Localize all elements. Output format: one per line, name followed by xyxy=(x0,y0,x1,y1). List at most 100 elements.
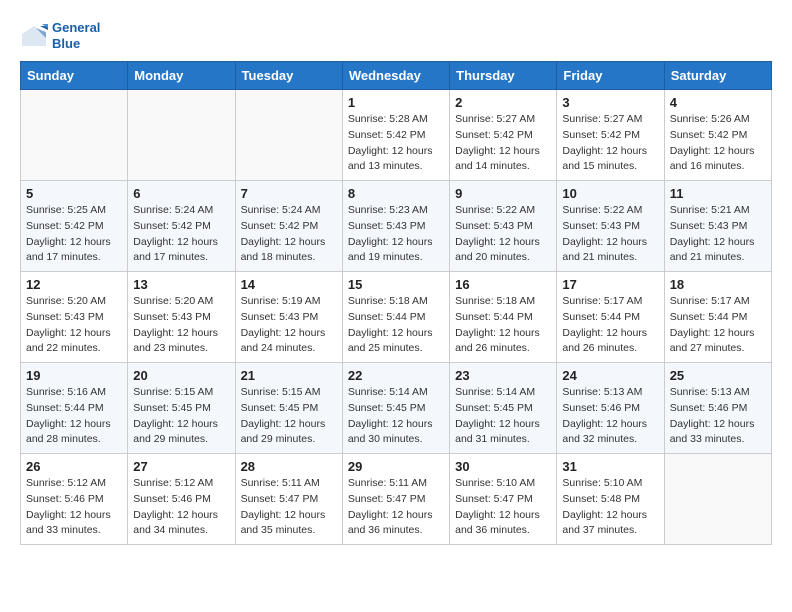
day-number: 20 xyxy=(133,368,229,383)
day-info: Sunrise: 5:28 AMSunset: 5:42 PMDaylight:… xyxy=(348,112,444,175)
day-cell: 28 Sunrise: 5:11 AMSunset: 5:47 PMDayligh… xyxy=(235,454,342,545)
day-number: 28 xyxy=(241,459,337,474)
day-cell: 20 Sunrise: 5:15 AMSunset: 5:45 PMDayligh… xyxy=(128,363,235,454)
day-cell: 11 Sunrise: 5:21 AMSunset: 5:43 PMDayligh… xyxy=(664,181,771,272)
calendar-body: 1 Sunrise: 5:28 AMSunset: 5:42 PMDaylight… xyxy=(21,90,772,545)
day-number: 25 xyxy=(670,368,766,383)
day-info: Sunrise: 5:23 AMSunset: 5:43 PMDaylight:… xyxy=(348,203,444,266)
day-cell: 26Sunrise: 5:12 AMSunset: 5:46 PMDayligh… xyxy=(21,454,128,545)
day-cell xyxy=(128,90,235,181)
day-cell: 10Sunrise: 5:22 AMSunset: 5:43 PMDayligh… xyxy=(557,181,664,272)
day-info: Sunrise: 5:18 AMSunset: 5:44 PMDaylight:… xyxy=(455,294,551,357)
day-number: 17 xyxy=(562,277,658,292)
logo-icon xyxy=(20,24,48,48)
calendar-header: SundayMondayTuesdayWednesdayThursdayFrid… xyxy=(21,62,772,90)
day-number: 26 xyxy=(26,459,122,474)
day-info: Sunrise: 5:13 AMSunset: 5:46 PMDaylight:… xyxy=(562,385,658,448)
day-info: Sunrise: 5:13 AMSunset: 5:46 PMDaylight:… xyxy=(670,385,766,448)
week-row-3: 12 Sunrise: 5:20 AMSunset: 5:43 PMDayligh… xyxy=(21,272,772,363)
day-cell: 5 Sunrise: 5:25 AMSunset: 5:42 PMDaylight… xyxy=(21,181,128,272)
day-cell: 22 Sunrise: 5:14 AMSunset: 5:45 PMDayligh… xyxy=(342,363,449,454)
day-cell: 8 Sunrise: 5:23 AMSunset: 5:43 PMDaylight… xyxy=(342,181,449,272)
day-cell: 6 Sunrise: 5:24 AMSunset: 5:42 PMDaylight… xyxy=(128,181,235,272)
day-info: Sunrise: 5:24 AMSunset: 5:42 PMDaylight:… xyxy=(133,203,229,266)
day-cell: 13 Sunrise: 5:20 AMSunset: 5:43 PMDayligh… xyxy=(128,272,235,363)
day-info: Sunrise: 5:16 AMSunset: 5:44 PMDaylight:… xyxy=(26,385,122,448)
day-number: 22 xyxy=(348,368,444,383)
day-info: Sunrise: 5:17 AMSunset: 5:44 PMDaylight:… xyxy=(670,294,766,357)
day-info: Sunrise: 5:25 AMSunset: 5:42 PMDaylight:… xyxy=(26,203,122,266)
day-cell: 15 Sunrise: 5:18 AMSunset: 5:44 PMDayligh… xyxy=(342,272,449,363)
day-number: 29 xyxy=(348,459,444,474)
day-info: Sunrise: 5:22 AMSunset: 5:43 PMDaylight:… xyxy=(562,203,658,266)
day-cell: 24 Sunrise: 5:13 AMSunset: 5:46 PMDayligh… xyxy=(557,363,664,454)
day-cell: 27 Sunrise: 5:12 AMSunset: 5:46 PMDayligh… xyxy=(128,454,235,545)
day-number: 15 xyxy=(348,277,444,292)
day-header-friday: Friday xyxy=(557,62,664,90)
day-info: Sunrise: 5:27 AMSunset: 5:42 PMDaylight:… xyxy=(562,112,658,175)
day-number: 30 xyxy=(455,459,551,474)
day-info: Sunrise: 5:11 AMSunset: 5:47 PMDaylight:… xyxy=(241,476,337,539)
day-number: 11 xyxy=(670,186,766,201)
day-header-sunday: Sunday xyxy=(21,62,128,90)
day-info: Sunrise: 5:15 AMSunset: 5:45 PMDaylight:… xyxy=(133,385,229,448)
day-cell xyxy=(21,90,128,181)
week-row-1: 1 Sunrise: 5:28 AMSunset: 5:42 PMDaylight… xyxy=(21,90,772,181)
day-cell: 17 Sunrise: 5:17 AMSunset: 5:44 PMDayligh… xyxy=(557,272,664,363)
day-info: Sunrise: 5:12 AMSunset: 5:46 PMDaylight:… xyxy=(133,476,229,539)
day-info: Sunrise: 5:15 AMSunset: 5:45 PMDaylight:… xyxy=(241,385,337,448)
day-number: 1 xyxy=(348,95,444,110)
day-info: Sunrise: 5:10 AMSunset: 5:48 PMDaylight:… xyxy=(562,476,658,539)
day-info: Sunrise: 5:14 AMSunset: 5:45 PMDaylight:… xyxy=(455,385,551,448)
day-cell: 1 Sunrise: 5:28 AMSunset: 5:42 PMDaylight… xyxy=(342,90,449,181)
day-header-monday: Monday xyxy=(128,62,235,90)
day-info: Sunrise: 5:26 AMSunset: 5:42 PMDaylight:… xyxy=(670,112,766,175)
day-cell: 25 Sunrise: 5:13 AMSunset: 5:46 PMDayligh… xyxy=(664,363,771,454)
day-number: 13 xyxy=(133,277,229,292)
day-info: Sunrise: 5:11 AMSunset: 5:47 PMDaylight:… xyxy=(348,476,444,539)
day-cell: 4 Sunrise: 5:26 AMSunset: 5:42 PMDaylight… xyxy=(664,90,771,181)
day-number: 9 xyxy=(455,186,551,201)
day-info: Sunrise: 5:22 AMSunset: 5:43 PMDaylight:… xyxy=(455,203,551,266)
day-info: Sunrise: 5:18 AMSunset: 5:44 PMDaylight:… xyxy=(348,294,444,357)
day-number: 7 xyxy=(241,186,337,201)
day-header-thursday: Thursday xyxy=(450,62,557,90)
day-cell: 18Sunrise: 5:17 AMSunset: 5:44 PMDayligh… xyxy=(664,272,771,363)
week-row-2: 5 Sunrise: 5:25 AMSunset: 5:42 PMDaylight… xyxy=(21,181,772,272)
logo-text: General Blue xyxy=(52,20,100,51)
day-info: Sunrise: 5:14 AMSunset: 5:45 PMDaylight:… xyxy=(348,385,444,448)
day-cell xyxy=(664,454,771,545)
day-info: Sunrise: 5:20 AMSunset: 5:43 PMDaylight:… xyxy=(133,294,229,357)
day-cell: 16 Sunrise: 5:18 AMSunset: 5:44 PMDayligh… xyxy=(450,272,557,363)
day-cell: 31Sunrise: 5:10 AMSunset: 5:48 PMDayligh… xyxy=(557,454,664,545)
calendar-table: SundayMondayTuesdayWednesdayThursdayFrid… xyxy=(20,61,772,545)
day-cell: 7 Sunrise: 5:24 AMSunset: 5:42 PMDaylight… xyxy=(235,181,342,272)
day-info: Sunrise: 5:24 AMSunset: 5:42 PMDaylight:… xyxy=(241,203,337,266)
day-cell xyxy=(235,90,342,181)
day-number: 12 xyxy=(26,277,122,292)
day-number: 16 xyxy=(455,277,551,292)
day-number: 5 xyxy=(26,186,122,201)
day-info: Sunrise: 5:17 AMSunset: 5:44 PMDaylight:… xyxy=(562,294,658,357)
day-header-saturday: Saturday xyxy=(664,62,771,90)
week-row-5: 26 Sunrise: 5:12 AMSunset: 5:46 PMDayligh… xyxy=(21,454,772,545)
page-header: General Blue xyxy=(20,20,772,51)
day-cell: 21Sunrise: 5:15 AMSunset: 5:45 PMDayligh… xyxy=(235,363,342,454)
day-number: 4 xyxy=(670,95,766,110)
day-info: Sunrise: 5:21 AMSunset: 5:43 PMDaylight:… xyxy=(670,203,766,266)
day-cell: 30Sunrise: 5:10 AMSunset: 5:47 PMDayligh… xyxy=(450,454,557,545)
day-number: 3 xyxy=(562,95,658,110)
day-number: 23 xyxy=(455,368,551,383)
day-number: 19 xyxy=(26,368,122,383)
header-row: SundayMondayTuesdayWednesdayThursdayFrid… xyxy=(21,62,772,90)
day-cell: 14Sunrise: 5:19 AMSunset: 5:43 PMDayligh… xyxy=(235,272,342,363)
day-number: 27 xyxy=(133,459,229,474)
day-number: 6 xyxy=(133,186,229,201)
day-cell: 9 Sunrise: 5:22 AMSunset: 5:43 PMDaylight… xyxy=(450,181,557,272)
day-info: Sunrise: 5:20 AMSunset: 5:43 PMDaylight:… xyxy=(26,294,122,357)
day-cell: 23 Sunrise: 5:14 AMSunset: 5:45 PMDayligh… xyxy=(450,363,557,454)
day-number: 8 xyxy=(348,186,444,201)
day-cell: 19 Sunrise: 5:16 AMSunset: 5:44 PMDayligh… xyxy=(21,363,128,454)
day-cell: 12 Sunrise: 5:20 AMSunset: 5:43 PMDayligh… xyxy=(21,272,128,363)
day-number: 24 xyxy=(562,368,658,383)
